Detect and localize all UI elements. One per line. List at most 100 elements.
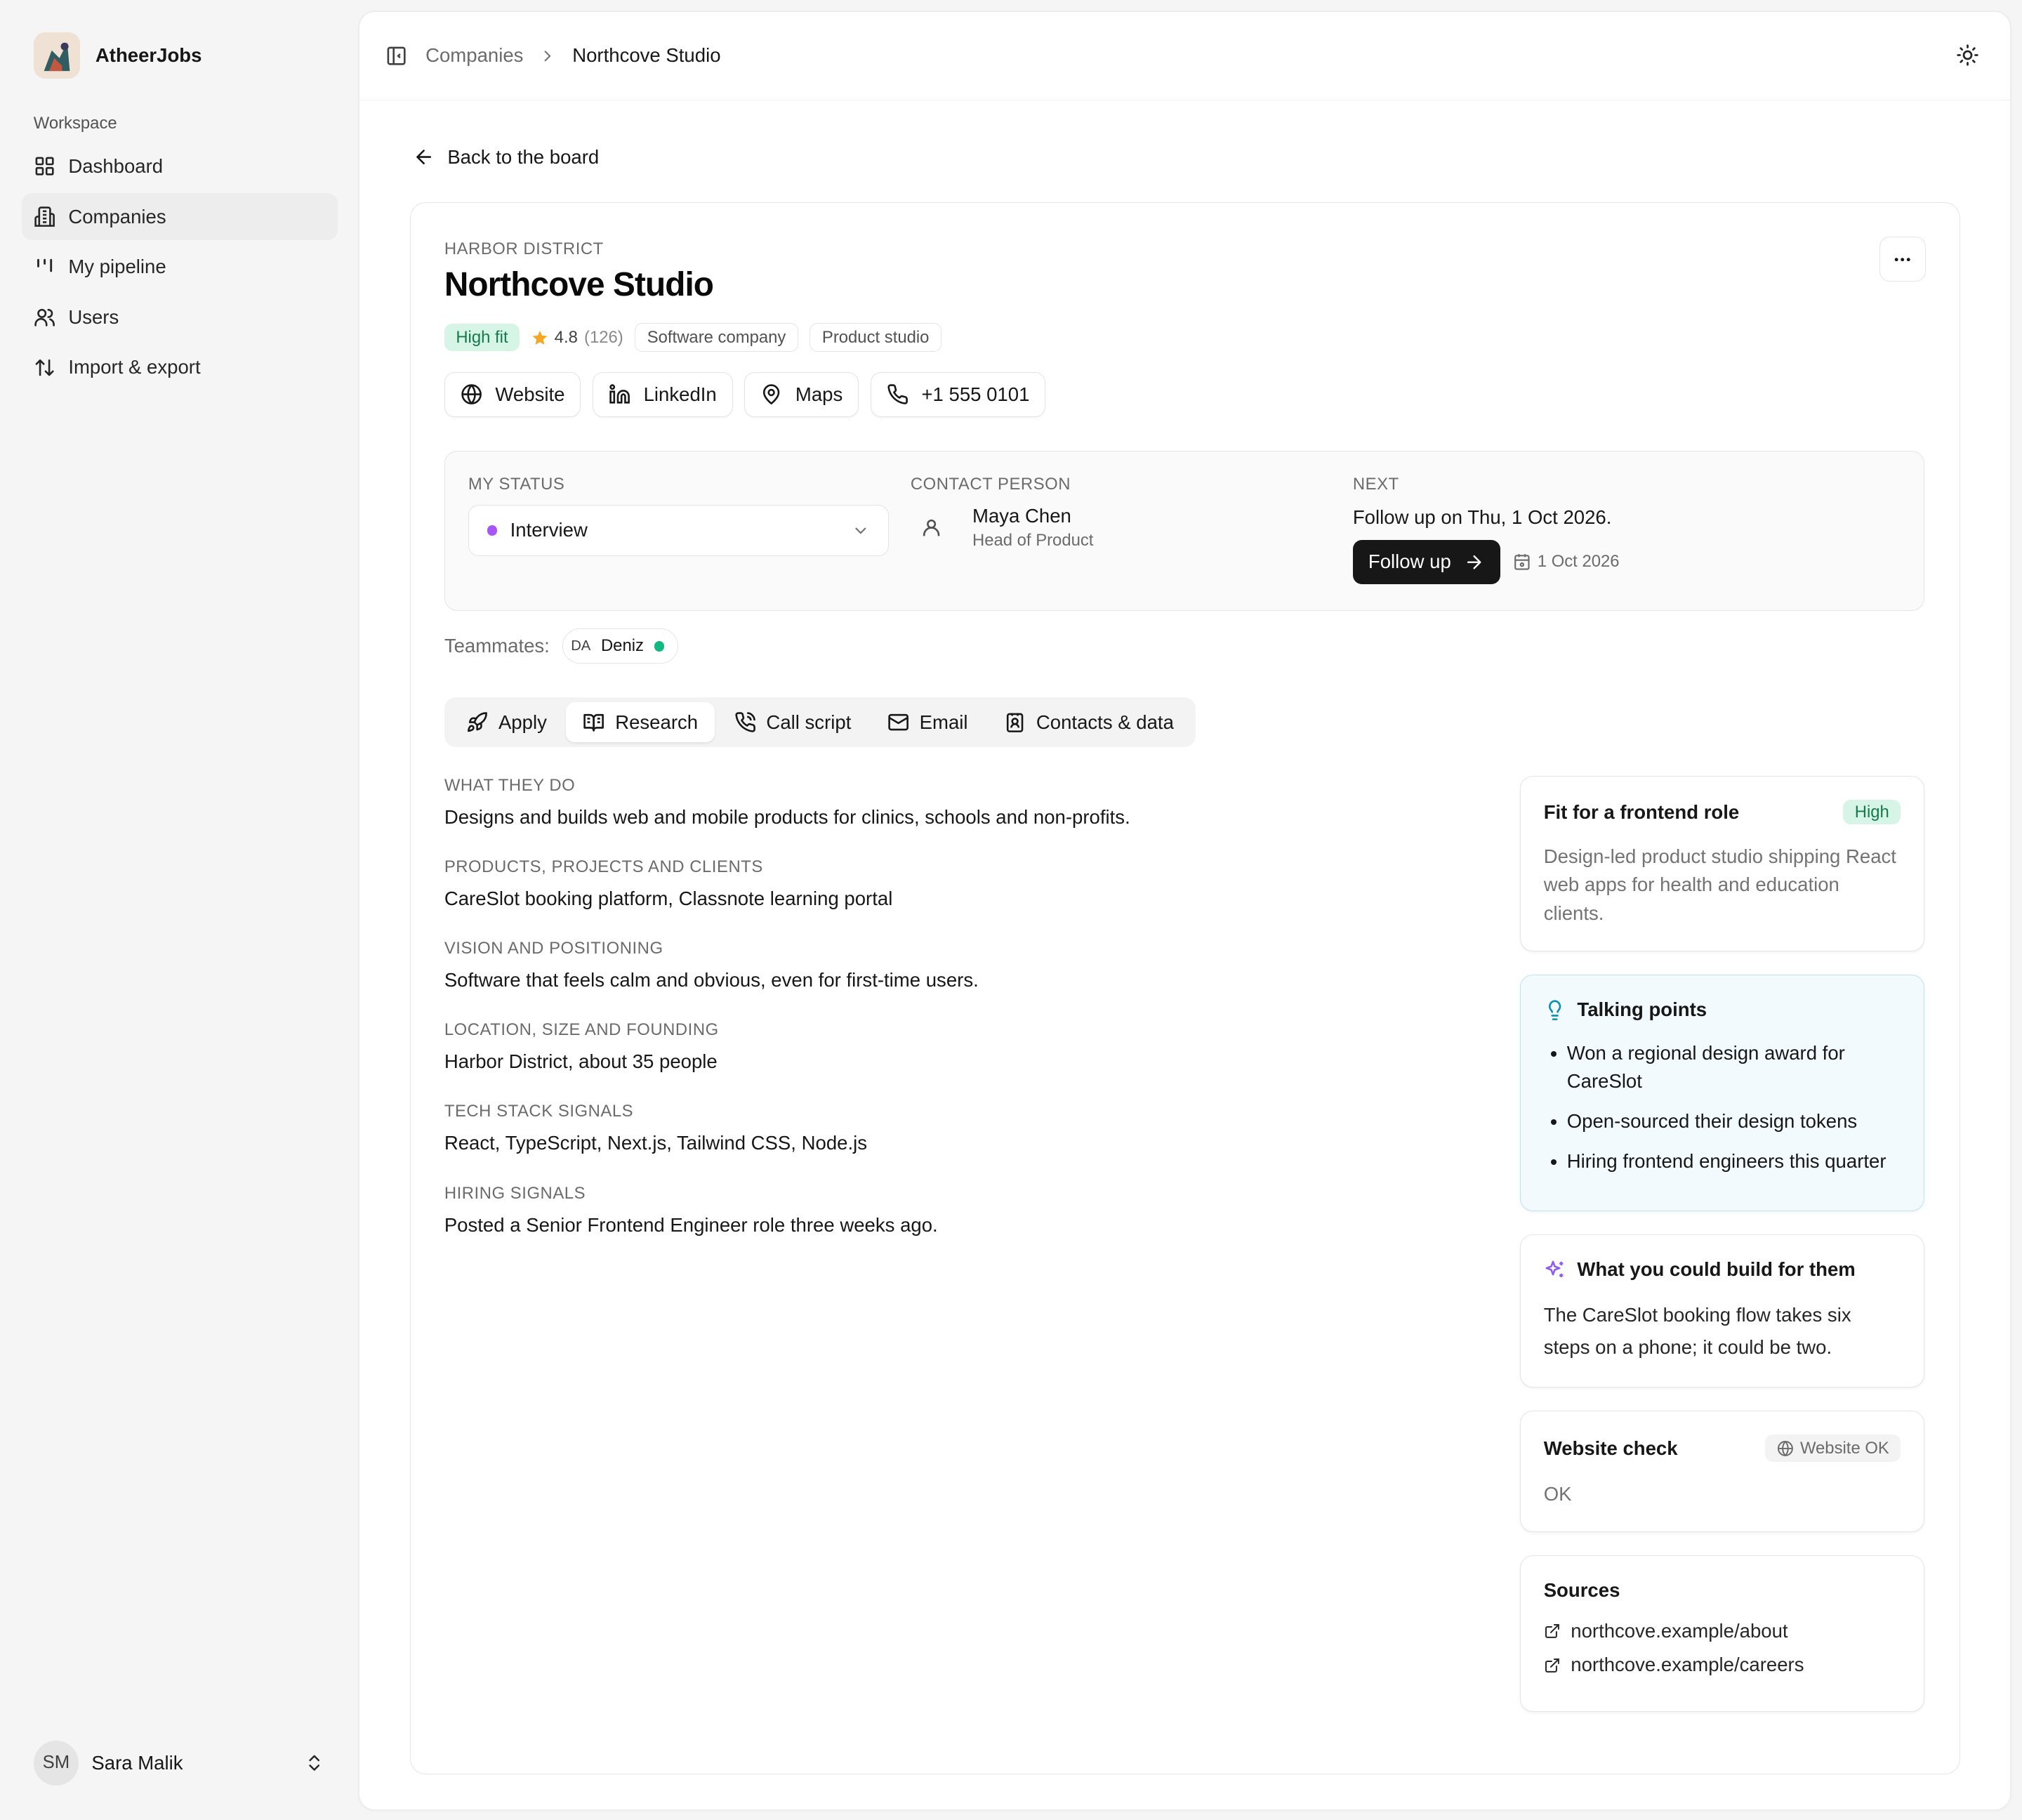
breadcrumb: Companies Northcove Studio [425,44,720,67]
pipeline-icon [34,256,55,278]
more-options-button[interactable] [1879,237,1927,282]
breadcrumb-companies[interactable]: Companies [425,44,523,67]
source-url: northcove.example/careers [1571,1654,1804,1676]
users-icon [34,306,55,328]
research-text: React, TypeScript, Next.js, Tailwind CSS… [444,1132,868,1154]
company-links: Website LinkedIn Maps +1 555 0101 [444,371,1046,418]
sidebar-item-pipeline[interactable]: My pipeline [22,244,338,290]
my-status: MY STATUS Interview [468,475,889,557]
topbar: Companies Northcove Studio [359,12,2011,101]
linkedin-button[interactable]: LinkedIn [592,371,733,418]
online-dot [654,640,665,652]
linkedin-label: LinkedIn [643,383,717,406]
tab-call-script[interactable]: Call script [718,702,868,742]
sidebar-item-import-export[interactable]: Import & export [22,344,338,390]
brand[interactable]: AtheerJobs [33,32,201,79]
website-button[interactable]: Website [444,371,581,418]
website-check-body: OK [1543,1482,1572,1505]
company-name: Northcove Studio [444,265,714,303]
sidebar-item-dashboard[interactable]: Dashboard [22,143,338,190]
tab-email[interactable]: Email [871,702,985,742]
chevron-right-icon [538,47,557,65]
sidebar-item-companies[interactable]: Companies [22,193,338,240]
follow-up-date[interactable]: 1 Oct 2026 [1513,552,1620,572]
breadcrumb-current: Northcove Studio [572,44,721,67]
source-link[interactable]: northcove.example/careers [1544,1654,1901,1676]
phone-call-icon [734,711,756,733]
rating-count: (126) [584,327,623,347]
building-icon [34,206,55,228]
user-menu[interactable]: SM Sara Malik [33,1740,325,1786]
contact-card[interactable]: Maya Chen Head of Product [911,505,1094,551]
arrow-right-icon [1464,552,1484,572]
workspace-label: Workspace [33,113,117,133]
globe-icon [1777,1440,1794,1457]
source-link[interactable]: northcove.example/about [1544,1620,1901,1642]
teammate-chip[interactable]: DA Deniz [562,628,678,664]
website-check-title: Website check [1543,1437,1678,1459]
sidebar-item-label: Companies [68,205,166,228]
research-location: LOCATION, SIZE AND FOUNDING Harbor Distr… [444,1020,1451,1076]
sidebar-item-label: My pipeline [68,256,166,278]
phone-button[interactable]: +1 555 0101 [870,371,1046,418]
talking-points-list: Won a regional design award for CareSlot… [1544,1039,1901,1176]
teammates: Teammates: DA Deniz [444,628,678,664]
research-text: Designs and builds web and mobile produc… [444,805,1130,828]
tab-contacts-data[interactable]: Contacts & data [987,702,1191,742]
fit-badge: High fit [444,324,520,352]
status-select[interactable]: Interview [468,504,889,557]
user-icon [911,507,952,548]
teammate-name: Deniz [600,636,644,656]
follow-up-button[interactable]: Follow up [1352,540,1500,584]
book-open-icon [583,711,604,733]
tag-product-studio: Product studio [810,323,941,352]
map-pin-icon [760,383,782,405]
contact-person: CONTACT PERSON Maya Chen Head of Product [911,475,1094,550]
sources-title: Sources [1543,1579,1620,1602]
sidebar-item-users[interactable]: Users [22,294,338,341]
research-products: PRODUCTS, PROJECTS AND CLIENTS CareSlot … [444,857,1451,913]
user-name: Sara Malik [91,1751,183,1774]
sidebar-item-label: Dashboard [68,154,164,177]
sort-arrows-icon [34,357,55,378]
back-to-board-link[interactable]: Back to the board [413,146,599,169]
build-idea-title: What you could build for them [1577,1258,1856,1281]
sidebar-nav: Dashboard Companies My pipeline Users Im… [22,143,338,395]
fit-panel-body: Design-led product studio shipping React… [1543,845,1896,924]
list-item: Open-sourced their design tokens [1567,1107,1901,1135]
ellipsis-icon [1892,249,1912,270]
list-item: Hiring frontend engineers this quarter [1567,1147,1901,1175]
calendar-icon [1513,553,1531,571]
fit-level-badge: High [1843,799,1901,825]
research-content: WHAT THEY DO Designs and builds web and … [444,776,1451,1265]
sidebar-toggle-icon[interactable] [385,45,407,67]
dashboard-icon [34,155,55,177]
research-text: CareSlot booking platform, Classnote lea… [444,888,893,910]
research-label: TECH STACK SIGNALS [444,1102,634,1121]
website-status-text: Website OK [1799,1438,1889,1458]
maps-button[interactable]: Maps [744,371,859,418]
tab-label: Apply [498,711,547,733]
company-badges: High fit 4.8 (126) Software company Prod… [444,323,941,352]
tag-software-company: Software company [635,323,798,352]
tabs: Apply Research Call script Email Contact… [444,697,1196,748]
rating-value: 4.8 [554,327,578,347]
fit-panel: Fit for a frontend role High Design-led … [1519,775,1925,952]
next-label: NEXT [1352,475,1399,494]
globe-icon [461,383,482,405]
website-check-panel: Website check Website OK OK [1519,1410,1925,1533]
rocket-icon [466,711,488,733]
research-label: WHAT THEY DO [444,775,576,795]
tab-research[interactable]: Research [566,702,715,743]
follow-up-label: Follow up [1368,550,1451,573]
sun-icon[interactable] [1956,44,1979,67]
sources-panel: Sources northcove.example/about northcov… [1519,1555,1925,1713]
contact-label: CONTACT PERSON [910,475,1071,494]
status-dot [487,525,498,536]
contact-role: Head of Product [972,531,1094,550]
external-link-icon [1544,1657,1561,1674]
tab-apply[interactable]: Apply [449,702,564,742]
sparkles-icon [1544,1259,1566,1281]
build-idea-panel: What you could build for them The CareSl… [1519,1234,1925,1387]
lightbulb-icon [1544,999,1566,1021]
